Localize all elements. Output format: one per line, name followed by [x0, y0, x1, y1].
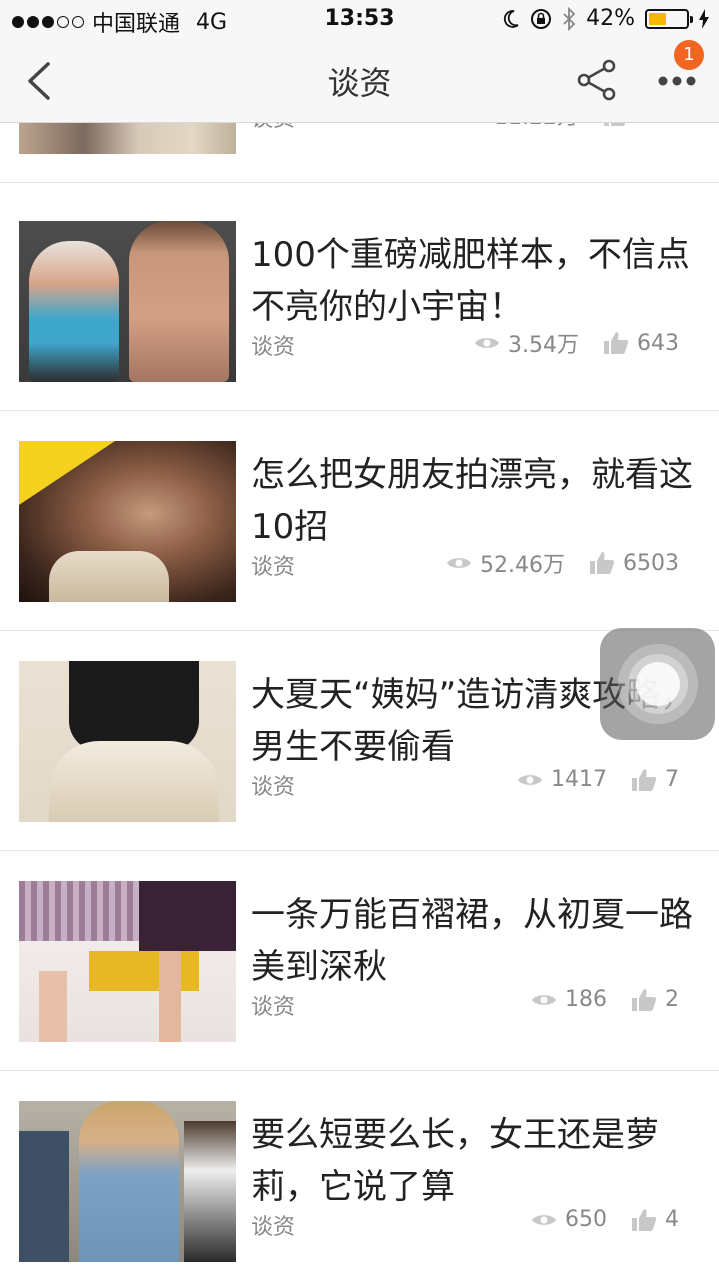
thumbs-up-icon[interactable] — [631, 1208, 657, 1232]
charging-icon — [699, 8, 709, 29]
view-count: 52.46万 — [480, 553, 565, 578]
like-count: 6503 — [623, 550, 679, 576]
assistive-touch-button[interactable] — [600, 628, 715, 740]
status-right: 42% — [502, 6, 709, 31]
article-title[interactable]: 怎么把女朋友拍漂亮，就看这10招 — [251, 449, 696, 553]
like-block: 6503 — [589, 551, 679, 576]
moon-icon — [504, 9, 519, 28]
article-stats: 186 2 — [531, 987, 679, 1012]
article-thumbnail — [19, 441, 236, 602]
list-item[interactable]: 一条万能百褶裙，从初夏一路美到深秋 谈资 186 2 — [0, 851, 719, 1071]
more-icon[interactable] — [652, 70, 702, 92]
like-block: 643 — [603, 331, 679, 356]
article-stats: 3.54万 643 — [474, 327, 679, 359]
thumbs-up-icon[interactable] — [603, 123, 629, 127]
article-thumbnail — [19, 881, 236, 1042]
like-block: 2 — [631, 987, 679, 1012]
thumbs-up-icon[interactable] — [631, 768, 657, 792]
eye-icon — [532, 994, 556, 1005]
thumbs-up-icon[interactable] — [603, 331, 629, 355]
list-item[interactable]: 要么短要么长，女王还是萝莉，它说了算 谈资 650 4 — [0, 1071, 719, 1280]
like-block: 7 — [631, 767, 679, 792]
battery-icon — [645, 8, 693, 29]
article-stats: 52.46万 6503 — [446, 547, 679, 579]
bluetooth-icon — [563, 6, 576, 31]
article-source: 谈资 — [251, 335, 296, 360]
eye-icon — [447, 558, 472, 568]
list-item[interactable]: 100个重磅减肥样本，不信点不亮你的小宇宙！ 谈资 3.54万 643 — [0, 191, 719, 411]
article-stats: 1417 7 — [517, 767, 679, 792]
view-count: 186 — [565, 987, 607, 1012]
article-thumbnail — [19, 661, 236, 822]
article-thumbnail — [19, 1101, 236, 1262]
like-count: 7 — [665, 767, 679, 792]
like-count: 547 — [637, 123, 679, 128]
view-count: 3.54万 — [508, 333, 579, 358]
article-source: 谈资 — [251, 555, 296, 580]
article-title[interactable]: 一条万能百褶裙，从初夏一路美到深秋 — [251, 889, 696, 993]
list-item[interactable]: 怎么把女朋友拍漂亮，就看这10招 谈资 52.46万 6503 — [0, 411, 719, 631]
article-thumbnail — [19, 123, 236, 154]
nav-bar: 谈资 — [0, 40, 719, 123]
view-count: 650 — [565, 1207, 607, 1232]
item-divider — [0, 182, 719, 183]
article-title[interactable]: 100个重磅减肥样本，不信点不亮你的小宇宙！ — [251, 229, 696, 333]
article-thumbnail — [19, 221, 236, 382]
notification-badge: 1 — [674, 40, 704, 70]
article-stats: 650 4 — [531, 1207, 679, 1232]
eye-icon — [475, 338, 499, 348]
view-count: 1417 — [551, 767, 607, 792]
battery-percent: 42% — [586, 6, 635, 31]
like-count: 643 — [637, 330, 679, 356]
thumbs-up-icon[interactable] — [589, 551, 615, 575]
list-item[interactable]: 谈资 11.22万 547 — [0, 123, 719, 183]
article-source: 谈资 — [251, 1215, 296, 1240]
share-icon[interactable] — [575, 58, 619, 102]
article-source: 谈资 — [251, 995, 296, 1020]
eye-icon — [518, 774, 542, 785]
like-block: 547 — [603, 123, 679, 128]
article-title[interactable]: 要么短要么长，女王还是萝莉，它说了算 — [251, 1109, 696, 1213]
article-source: 谈资 — [251, 123, 295, 133]
article-stats: 11.22万 547 — [460, 123, 679, 131]
rotation-lock-icon — [531, 8, 552, 29]
article-source: 谈资 — [251, 775, 296, 800]
like-count: 2 — [665, 987, 679, 1012]
thumbs-up-icon[interactable] — [631, 988, 657, 1012]
like-count: 4 — [665, 1207, 679, 1232]
view-count: 11.22万 — [494, 123, 579, 131]
like-block: 4 — [631, 1207, 679, 1232]
eye-icon — [532, 1214, 556, 1225]
status-bar: 中国联通 4G 13:53 42% — [0, 0, 719, 40]
